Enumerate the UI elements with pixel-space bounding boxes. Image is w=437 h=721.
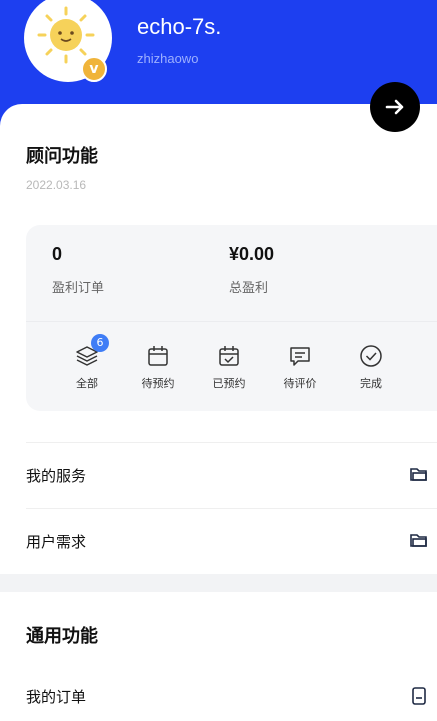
- tab-label: 完成: [360, 377, 382, 390]
- menu-item-my-orders[interactable]: 我的订单: [26, 664, 437, 721]
- calendar-check-icon: [219, 346, 239, 366]
- arrow-right-button[interactable]: [370, 82, 420, 132]
- tab-label: 全部: [76, 377, 98, 390]
- section-title-consultant: 顾问功能: [26, 146, 98, 167]
- total-profit-label: 总盈利: [229, 281, 269, 296]
- user-name: echo-7s.: [137, 14, 222, 39]
- menu-item-my-services[interactable]: 我的服务: [26, 442, 437, 506]
- arrow-right-icon: [385, 99, 404, 115]
- date-label: 2022.03.16: [26, 178, 87, 192]
- tab-pending-review[interactable]: 待评价: [270, 343, 330, 391]
- folder-icon: [410, 534, 427, 547]
- menu-item-user-requests[interactable]: 用户需求: [26, 508, 437, 572]
- tab-pending-booking[interactable]: 待预约: [128, 343, 188, 391]
- divider: [26, 321, 437, 322]
- stats-panel: 0 盈利订单 ¥0.00 总盈利 6 全部 待预约 已预约 待评价 完成: [26, 225, 437, 411]
- tab-label: 待评价: [283, 377, 317, 390]
- comment-icon: [290, 347, 310, 366]
- menu-item-label: 用户需求: [26, 533, 87, 551]
- menu-item-label: 我的服务: [26, 467, 87, 485]
- menu-item-label: 我的订单: [26, 688, 87, 706]
- count-badge: 6: [91, 334, 109, 352]
- vip-badge: v: [81, 56, 107, 82]
- total-profit-value: ¥0.00: [229, 244, 275, 264]
- tab-label: 已预约: [212, 377, 246, 390]
- section-title-general: 通用功能: [26, 626, 98, 647]
- check-circle-icon: [360, 345, 382, 367]
- tab-label: 待预约: [141, 377, 175, 390]
- tab-booked[interactable]: 已预约: [199, 343, 259, 391]
- user-handle: zhizhaowo: [137, 51, 199, 66]
- document-icon: [412, 687, 426, 705]
- calendar-icon: [148, 346, 168, 366]
- tab-completed[interactable]: 完成: [341, 343, 401, 391]
- tab-all[interactable]: 6 全部: [57, 334, 117, 391]
- profit-orders-label: 盈利订单: [52, 281, 105, 296]
- folder-icon: [410, 468, 427, 481]
- profit-orders-value: 0: [52, 244, 63, 264]
